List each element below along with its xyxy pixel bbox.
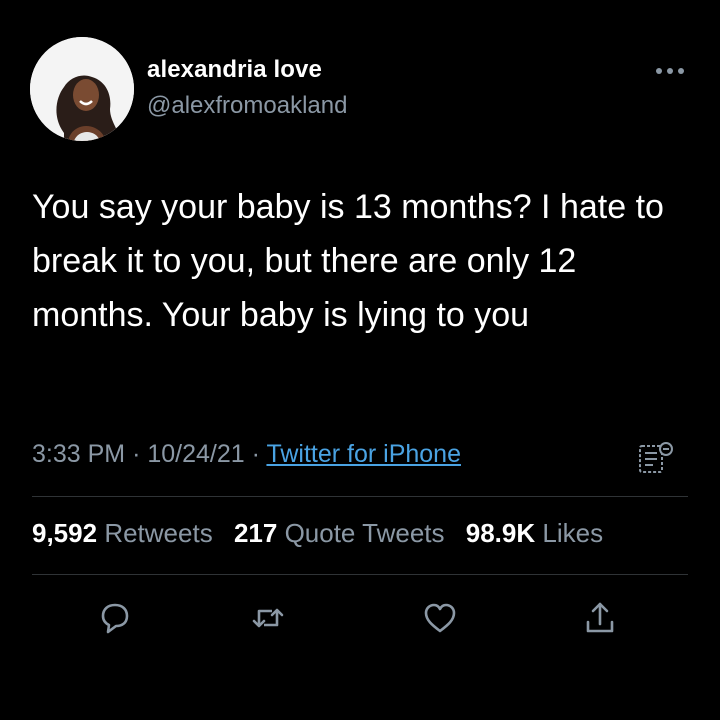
retweets-stat[interactable]: 9,592 Retweets [32,518,213,548]
divider-top [32,496,688,497]
retweets-count: 9,592 [32,518,98,548]
more-dots-icon [656,68,684,74]
like-button[interactable] [420,598,460,638]
retweet-button[interactable] [248,598,288,638]
tweet-card: alexandria love @alexfromoakland You say… [0,0,720,720]
divider-bottom [32,574,688,575]
avatar-photo-icon [30,37,134,141]
display-name[interactable]: alexandria love [147,56,322,84]
quote-tweets-count: 217 [233,518,278,548]
likes-count: 98.9K [465,518,536,548]
tweet-source-link[interactable]: Twitter for iPhone [266,440,461,468]
retweets-label: Retweets [104,518,213,548]
meta-separator: · [251,440,260,468]
meta-separator: · [132,440,141,468]
quote-tweets-stat[interactable]: 217 Quote Tweets [234,518,445,548]
reply-button[interactable] [95,598,135,638]
user-handle[interactable]: @alexfromoakland [147,92,347,120]
tweet-time[interactable]: 3:33 PM [32,440,125,468]
tweet-meta: 3:33 PM · 10/24/21 · Twitter for iPhone [32,440,461,469]
likes-label: Likes [542,518,604,548]
tweet-text: You say your baby is 13 months? I hate t… [32,188,664,334]
share-button[interactable] [580,598,620,638]
tweet-date[interactable]: 10/24/21 [147,440,244,468]
reply-icon [101,603,129,634]
more-options-button[interactable] [652,58,688,84]
heart-icon [424,603,456,633]
likes-stat[interactable]: 98.9K Likes [466,518,603,548]
translate-doc-icon[interactable] [636,440,678,476]
tweet-stats: 9,592 Retweets 217 Quote Tweets 98.9K Li… [32,518,617,549]
retweet-icon [252,608,284,628]
quote-tweets-label: Quote Tweets [284,518,445,548]
share-icon [586,602,614,633]
avatar[interactable] [30,37,134,141]
